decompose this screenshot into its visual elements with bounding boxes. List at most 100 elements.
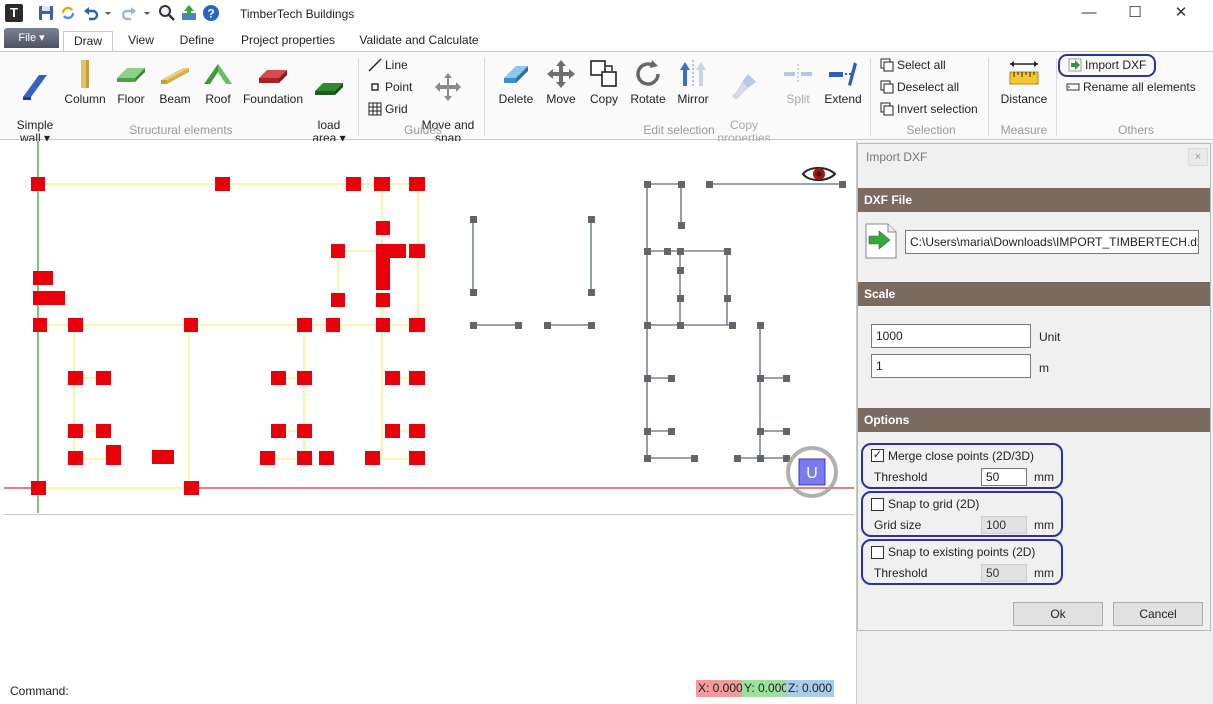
merge-threshold-input[interactable]: 50	[981, 468, 1027, 486]
node[interactable]	[96, 371, 111, 385]
guide-grid-button[interactable]: Grid	[368, 102, 408, 116]
node[interactable]	[152, 450, 174, 464]
rotate-button[interactable]: Rotate	[626, 58, 670, 106]
floor-button[interactable]: Floor	[110, 58, 152, 106]
command-area[interactable]: Command: X: 0.000 Y: 0.000 Z: 0.000	[4, 514, 854, 700]
tab-define[interactable]: Define	[170, 31, 224, 52]
dxf-file-path-field[interactable]: C:\Users\maria\Downloads\IMPORT_TIMBERTE…	[905, 230, 1199, 254]
undo-icon[interactable]	[82, 4, 100, 22]
guide-point-button[interactable]: Point	[368, 80, 412, 94]
node[interactable]	[365, 451, 380, 465]
node[interactable]	[184, 318, 198, 332]
visibility-eye-icon[interactable]	[801, 167, 837, 181]
foundation-button[interactable]: Foundation	[240, 58, 306, 106]
rename-all-elements-button[interactable]: Rename all elements	[1066, 80, 1196, 94]
copy-button[interactable]: Copy	[584, 58, 624, 106]
node[interactable]	[409, 371, 425, 385]
node[interactable]	[376, 244, 406, 258]
minimize-button[interactable]: —	[1066, 0, 1112, 28]
close-window-button[interactable]: ✕	[1158, 0, 1204, 28]
cancel-button[interactable]: Cancel	[1113, 602, 1203, 626]
node[interactable]	[271, 424, 286, 438]
column-button[interactable]: Column	[62, 58, 108, 106]
node[interactable]	[271, 371, 286, 385]
dialog-close-button[interactable]: ×	[1188, 148, 1208, 166]
node[interactable]	[215, 177, 230, 191]
existing-threshold-input[interactable]: 50	[981, 564, 1027, 582]
node[interactable]	[184, 481, 199, 495]
node[interactable]	[319, 451, 334, 465]
node[interactable]	[331, 244, 345, 258]
delete-button[interactable]: Delete	[494, 58, 538, 106]
beam-button[interactable]: Beam	[154, 58, 196, 106]
node[interactable]	[409, 244, 425, 258]
node[interactable]	[68, 451, 83, 465]
tab-draw[interactable]: Draw	[63, 31, 113, 52]
node[interactable]	[346, 177, 361, 191]
ok-button[interactable]: Ok	[1013, 602, 1103, 626]
tab-project-properties[interactable]: Project properties	[232, 31, 344, 52]
node[interactable]	[33, 291, 65, 305]
node[interactable]	[68, 424, 83, 438]
tab-view[interactable]: View	[118, 31, 164, 52]
roof-button[interactable]: Roof	[198, 58, 238, 106]
simple-wall-button[interactable]: Simple wall ▾	[10, 58, 60, 145]
tab-validate-calculate[interactable]: Validate and Calculate	[352, 31, 486, 52]
node[interactable]	[385, 424, 400, 438]
node[interactable]	[376, 221, 390, 235]
node[interactable]	[297, 371, 312, 385]
node[interactable]	[33, 271, 53, 285]
node[interactable]	[331, 293, 345, 307]
node[interactable]	[33, 318, 47, 332]
deselect-all-button[interactable]: Deselect all	[880, 80, 959, 94]
move-button[interactable]: Move	[540, 58, 582, 106]
export-icon[interactable]	[180, 4, 198, 22]
node[interactable]	[376, 293, 390, 307]
split-button[interactable]: Split	[776, 58, 820, 106]
node[interactable]	[31, 481, 46, 495]
node[interactable]	[68, 318, 83, 332]
invert-selection-button[interactable]: Invert selection	[880, 102, 978, 116]
redo-dropdown-icon[interactable]	[143, 4, 151, 22]
node[interactable]	[297, 424, 312, 438]
refresh-icon[interactable]	[59, 4, 77, 22]
scale-meter-input[interactable]: 1	[871, 354, 1031, 378]
snap-to-grid-checkbox[interactable]	[871, 498, 884, 511]
drawing-canvas[interactable]: U	[4, 141, 854, 513]
redo-icon[interactable]	[120, 4, 138, 22]
node[interactable]	[409, 424, 425, 438]
node[interactable]	[385, 371, 400, 385]
zoom-icon[interactable]	[158, 4, 176, 22]
maximize-button[interactable]: ☐	[1112, 0, 1158, 28]
scale-unit-input[interactable]: 1000	[871, 324, 1031, 348]
guide-line-button[interactable]: Line	[368, 58, 408, 72]
merge-close-points-checkbox[interactable]: ✓	[871, 449, 884, 462]
node[interactable]	[260, 451, 275, 465]
distance-button[interactable]: Distance	[996, 58, 1052, 106]
grid-size-input[interactable]: 100	[981, 516, 1027, 534]
node[interactable]	[68, 371, 83, 385]
open-file-icon[interactable]	[863, 222, 899, 260]
ucs-indicator[interactable]: U	[786, 446, 838, 498]
node[interactable]	[297, 451, 312, 465]
node[interactable]	[31, 177, 45, 191]
node[interactable]	[96, 424, 111, 438]
node[interactable]	[376, 318, 390, 332]
extend-button[interactable]: Extend	[822, 58, 864, 106]
node[interactable]	[376, 258, 390, 290]
import-dxf-button[interactable]: Import DXF	[1058, 54, 1156, 77]
help-icon[interactable]: ?	[202, 4, 220, 22]
save-icon[interactable]	[37, 4, 55, 22]
undo-dropdown-icon[interactable]	[104, 4, 112, 22]
load-area-button[interactable]: load area ▾	[308, 58, 350, 145]
node[interactable]	[409, 451, 425, 465]
node[interactable]	[106, 445, 121, 465]
node[interactable]	[326, 318, 340, 332]
mirror-button[interactable]: Mirror	[672, 58, 714, 106]
file-menu-button[interactable]: File ▾	[4, 28, 59, 48]
node[interactable]	[297, 318, 312, 332]
snap-to-existing-checkbox[interactable]	[871, 546, 884, 559]
node[interactable]	[374, 177, 390, 191]
node[interactable]	[409, 318, 425, 332]
select-all-button[interactable]: Select all	[880, 58, 946, 72]
